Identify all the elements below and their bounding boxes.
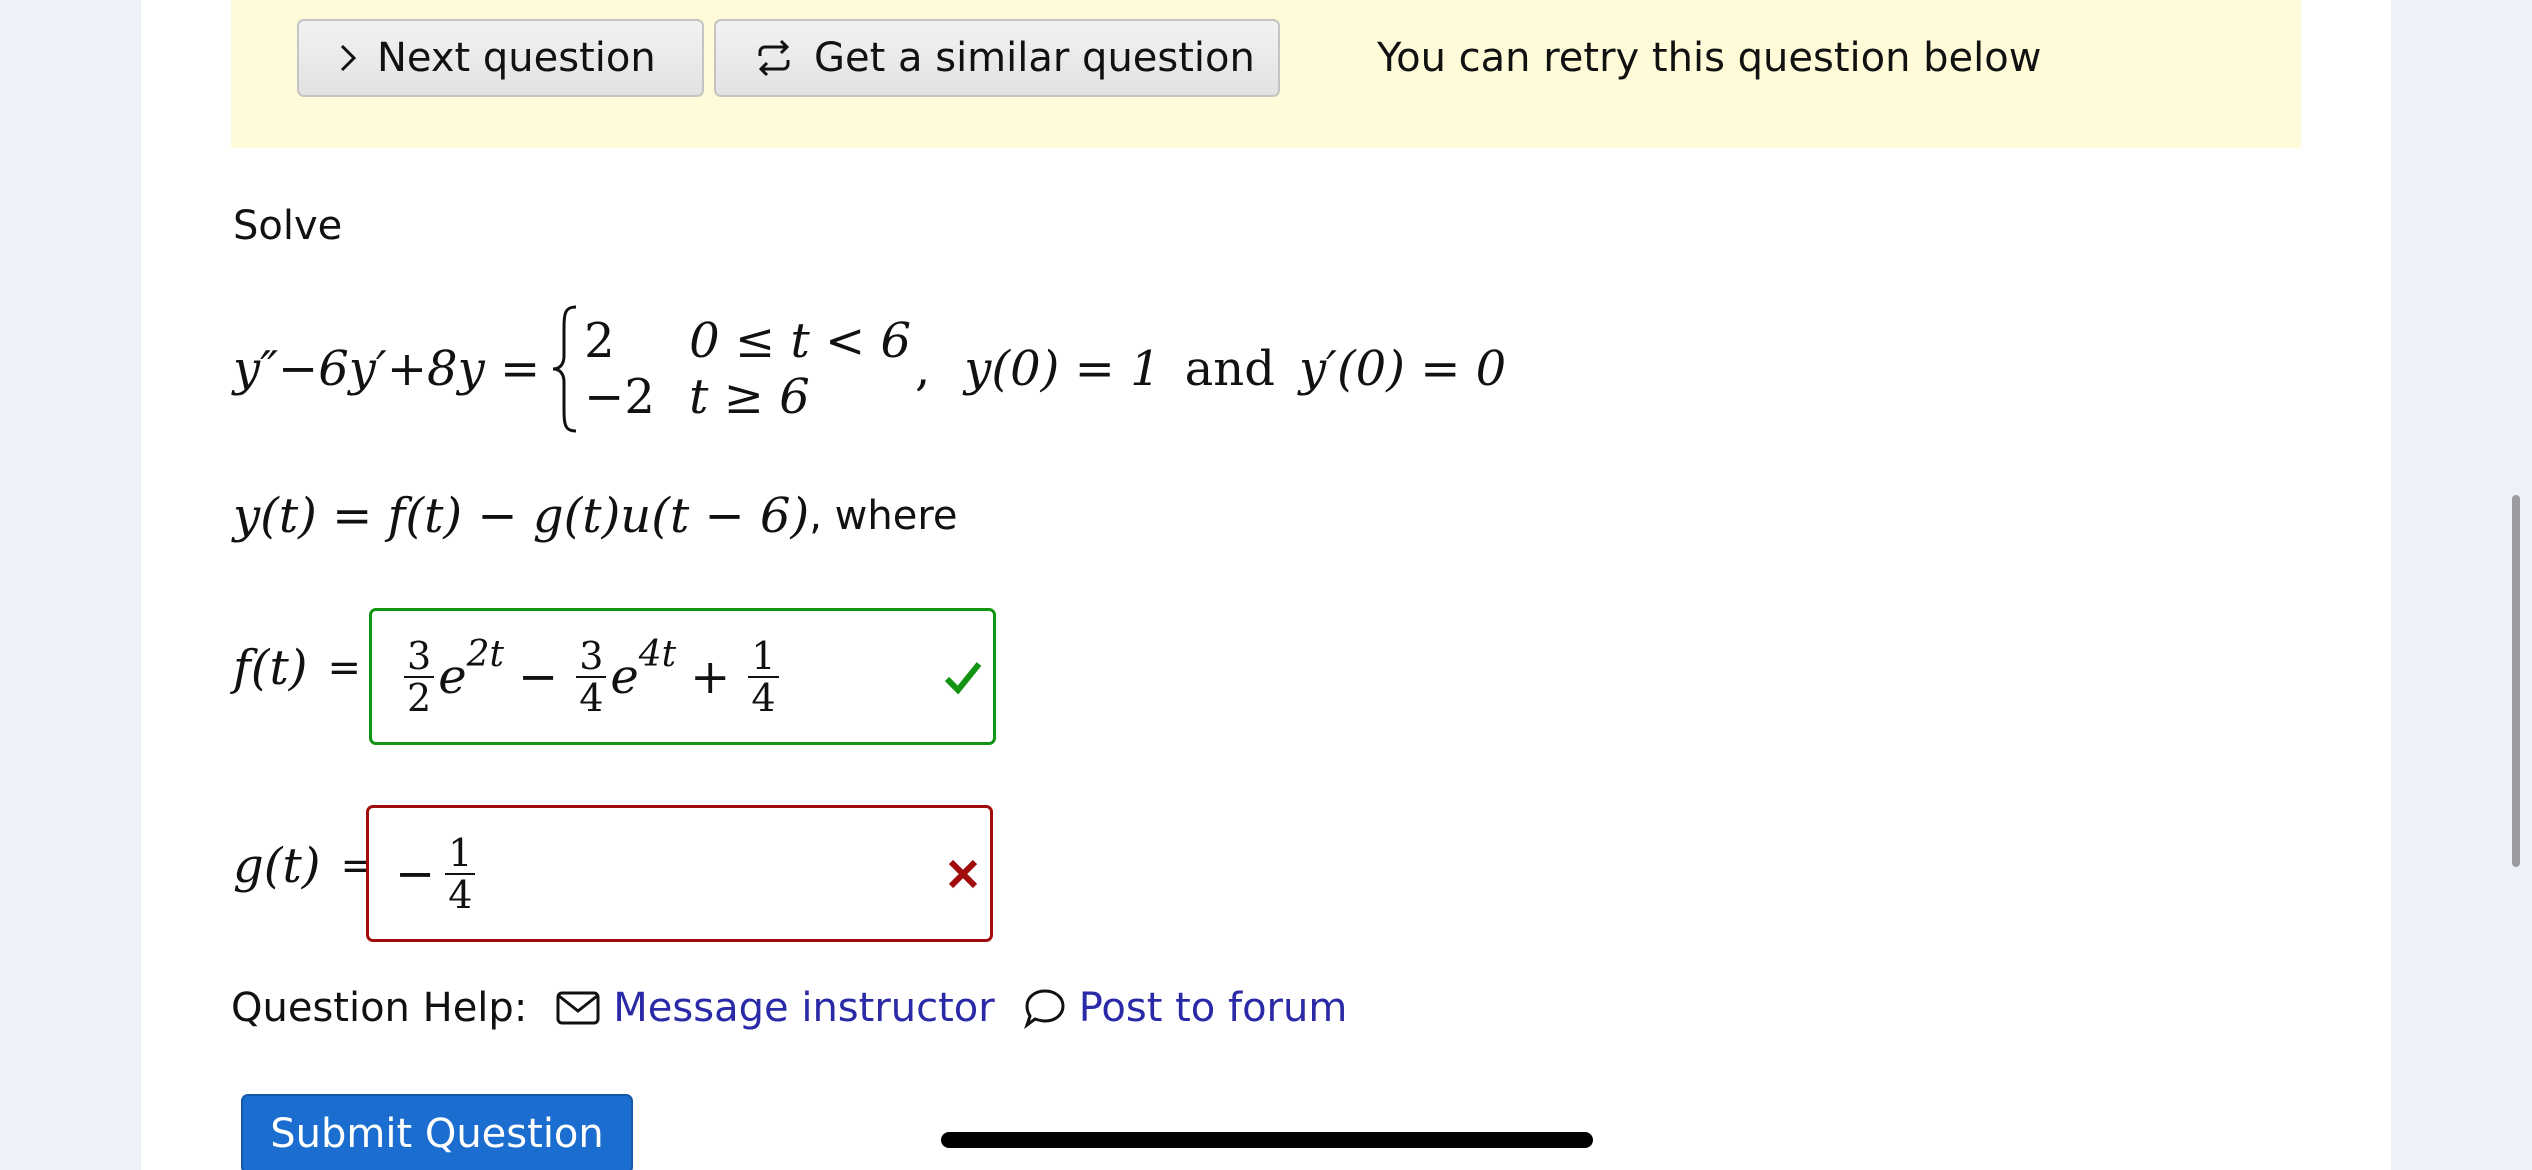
g-fraction: 1 4 — [445, 833, 476, 915]
message-instructor-label: Message instructor — [613, 985, 995, 1031]
next-question-button[interactable]: Next question — [297, 19, 704, 97]
case2-value: −2 — [584, 369, 655, 425]
f-term3-fraction: 1 4 — [748, 636, 779, 718]
f-minus: − — [517, 648, 559, 705]
home-indicator[interactable] — [941, 1132, 1593, 1148]
f-term2-fraction: 3 4 — [576, 636, 607, 718]
chat-bubble-icon — [1023, 989, 1065, 1029]
g-sign: − — [395, 845, 436, 902]
checkmark-icon — [944, 661, 982, 694]
ode-lhs: y″−6y′+8y = — [233, 341, 541, 397]
g-label-row: g(t) = — [233, 838, 374, 894]
question-prompt: Solve — [233, 203, 343, 249]
f-term1-exponent: 2t — [466, 634, 504, 675]
f-answer-input[interactable]: 3 2 e 2t − 3 4 e 4t + 1 4 — [369, 608, 996, 745]
ode-equation: y″−6y′+8y = 2 0 ≤ t < 6 −2 t ≥ 6 , y(0) … — [233, 304, 1506, 434]
and-word: and — [1184, 341, 1275, 397]
chevron-right-icon — [340, 44, 357, 72]
g-label: g(t) — [233, 838, 321, 894]
question-help: Question Help: Message instructor Post t… — [231, 985, 1347, 1031]
case2-condition: t ≥ 6 — [689, 369, 810, 425]
piecewise-cases: 2 0 ≤ t < 6 −2 t ≥ 6 — [584, 313, 911, 425]
retry-message: You can retry this question below — [1377, 35, 2042, 81]
envelope-icon — [556, 991, 600, 1025]
f-label: f(t) — [233, 640, 308, 696]
message-instructor-link[interactable]: Message instructor — [555, 985, 995, 1031]
case1-condition: 0 ≤ t < 6 — [689, 313, 912, 369]
solution-form-formula: y(t) = f(t) − g(t)u(t − 6) — [233, 488, 810, 544]
similar-question-button[interactable]: Get a similar question — [714, 19, 1280, 97]
initial-condition-y: y(0) = 1 — [964, 341, 1161, 397]
case1-value: 2 — [584, 313, 615, 369]
initial-condition-yprime: y′(0) = 0 — [1298, 341, 1507, 397]
solution-form: y(t) = f(t) − g(t)u(t − 6) , where — [233, 488, 958, 544]
repeat-icon — [758, 39, 790, 77]
content-sheet: Next question Get a similar question You… — [141, 0, 2391, 1170]
where-text: , where — [809, 493, 958, 539]
f-equals: = — [327, 645, 362, 691]
similar-question-label: Get a similar question — [814, 35, 1255, 81]
post-to-forum-link[interactable]: Post to forum — [1023, 985, 1348, 1031]
retry-banner: Next question Get a similar question You… — [231, 0, 2301, 148]
g-answer-input[interactable]: − 1 4 — [366, 805, 993, 942]
post-to-forum-label: Post to forum — [1078, 985, 1348, 1031]
f-term2-exponent: 4t — [638, 634, 677, 675]
scrollbar-thumb[interactable] — [2512, 495, 2520, 867]
f-plus: + — [690, 648, 731, 705]
piecewise-brace — [553, 305, 577, 433]
submit-question-button[interactable]: Submit Question — [241, 1094, 633, 1170]
next-question-label: Next question — [377, 35, 656, 81]
f-label-row: f(t) = — [233, 640, 361, 696]
question-help-label: Question Help: — [231, 985, 528, 1031]
cross-icon — [948, 859, 978, 888]
f-term1-fraction: 3 2 — [404, 636, 435, 718]
